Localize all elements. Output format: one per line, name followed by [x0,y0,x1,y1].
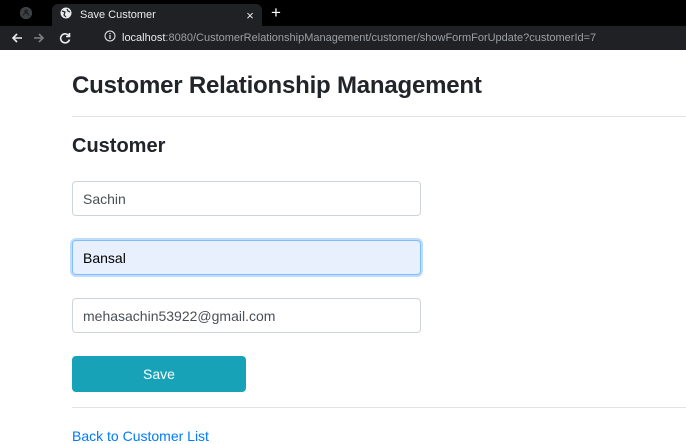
github-icon[interactable] [0,0,52,26]
back-to-customer-list-link[interactable]: Back to Customer List [72,428,209,444]
close-tab-icon[interactable]: × [238,8,262,23]
page-content: Customer Relationship Management Custome… [0,50,686,444]
reload-icon[interactable] [54,26,76,50]
header-divider [72,116,686,117]
last-name-field[interactable] [72,240,421,275]
browser-tab-bar: Save Customer × + [0,0,686,26]
save-button[interactable]: Save [72,356,246,392]
url-host: localhost [122,32,166,44]
browser-tab[interactable]: Save Customer × [52,4,262,26]
address-bar[interactable]: localhost:8080/CustomerRelationshipManag… [104,28,686,48]
email-field[interactable] [72,298,421,333]
forward-arrow-icon[interactable] [28,26,50,50]
first-name-field[interactable] [72,181,421,216]
section-title: Customer [72,135,166,157]
new-tab-button[interactable]: + [266,3,286,23]
tab-title: Save Customer [80,9,156,21]
url-path: :8080/CustomerRelationshipManagement/cus… [165,32,597,44]
footer-divider [72,407,686,408]
page-title: Customer Relationship Management [72,72,482,99]
globe-icon [60,6,72,24]
browser-toolbar: localhost:8080/CustomerRelationshipManag… [0,26,686,50]
back-arrow-icon[interactable] [6,26,28,50]
info-icon[interactable] [104,29,116,47]
url-text: localhost:8080/CustomerRelationshipManag… [122,32,596,44]
